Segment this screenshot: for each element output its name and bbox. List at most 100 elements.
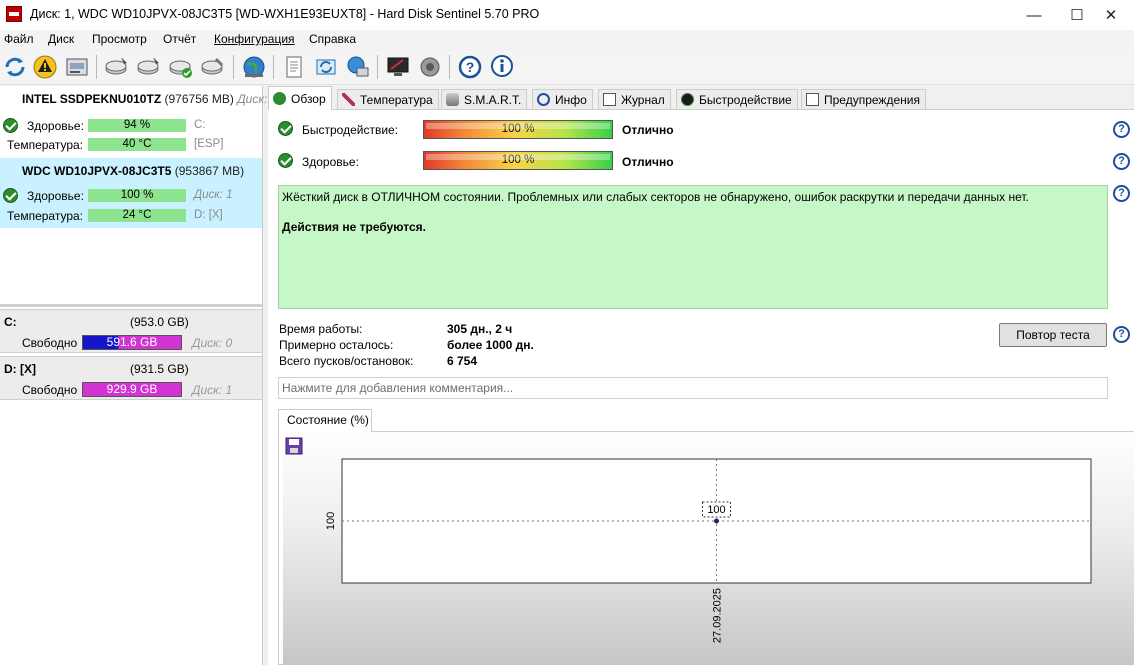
tab-label: Температура [360,92,433,107]
disk-card-wdc[interactable]: WDC WD10JPVX-08JC3T5 (953867 MB) Здоровь… [0,158,262,228]
data-label: 100 [707,504,725,516]
disk-check-icon[interactable] [168,54,194,80]
menu-report[interactable]: Отчёт [163,32,196,46]
volume-card-d[interactable]: D: [X] (931.5 GB) Свободно 929.9 GB Диск… [0,356,262,400]
free-space-bar: 929.9 GB [82,382,182,397]
temperature-label: Температура: [7,209,84,223]
report-icon[interactable] [281,54,307,80]
check-icon [273,92,286,105]
window-title: Диск: 1, WDC WD10JPVX-08JC3T5 [WD-WXH1E9… [30,7,540,21]
menu-help[interactable]: Справка [309,32,356,46]
performance-ok-icon [278,121,293,136]
globe-icon[interactable] [241,54,267,80]
health-rating: Отлично [622,155,674,169]
status-action: Действия не требуются. [282,220,426,234]
x-tick-label: 27.09.2025 [712,588,724,643]
comment-input[interactable] [278,377,1108,399]
help-icon[interactable]: ? [1113,121,1130,138]
chart-tab[interactable]: Состояние (%) [278,409,372,432]
disk-test-icon[interactable] [104,54,130,80]
tab-temperature[interactable]: Температура [337,89,439,109]
tab-overview[interactable]: Обзор [268,86,332,110]
partition-note: D: [X] [194,209,223,221]
tab-info[interactable]: Инфо [532,89,593,109]
minimize-button[interactable]: — [1011,0,1057,30]
monitor-icon[interactable] [385,54,411,80]
health-label: Здоровье: [302,155,359,169]
data-point [714,518,719,524]
help-icon[interactable]: ? [1113,153,1130,170]
y-tick-label: 100 [325,512,337,530]
disk-name: WDC WD10JPVX-08JC3T5 [22,164,172,178]
health-bar: 100 % [88,189,186,202]
tab-bar: Обзор Температура S.M.A.R.T. Инфо Журнал… [268,86,1134,110]
disk-name-line: INTEL SSDPEKNU010TZ (976756 MB) Диск: [22,92,267,106]
performance-bar: 100 % [423,120,613,139]
toolbar-separator [449,55,450,79]
menu-view[interactable]: Просмотр [92,32,147,46]
health-ok-icon [3,118,18,133]
menu-file[interactable]: Файл [4,32,34,46]
alert-icon[interactable] [32,54,58,80]
temperature-bar: 40 °C [88,138,186,151]
free-label: Свободно [22,336,78,350]
volume-disk-note: Диск: 0 [192,336,233,350]
tab-smart[interactable]: S.M.A.R.T. [441,89,528,109]
info-icon [537,93,550,106]
tab-label: Предупреждения [824,92,920,107]
app-icon[interactable] [6,6,22,22]
toolbar-separator [273,55,274,79]
disk-icon[interactable] [64,54,90,80]
close-button[interactable]: ✕ [1088,0,1134,30]
info-icon[interactable] [489,54,515,80]
temperature-bar: 24 °C [88,209,186,222]
help-icon[interactable]: ? [457,54,483,80]
retest-button[interactable]: Повтор теста [999,323,1107,347]
performance-rating: Отлично [622,123,674,137]
menu-disk[interactable]: Диск [48,32,74,46]
send-report-icon[interactable] [313,54,339,80]
volume-card-c[interactable]: C: (953.0 GB) Свободно 591.6 GB Диск: 0 [0,309,262,353]
tab-label: Обзор [291,91,326,106]
toolbar-separator [233,55,234,79]
menu-config[interactable]: Конфигурация [214,32,295,46]
speedometer-icon [681,93,694,106]
alerts-icon [806,93,819,106]
help-icon[interactable]: ? [1113,326,1130,343]
disk-number-label: Диск: [237,92,268,106]
toolbar: ? [0,50,1134,85]
health-ok-icon [3,188,18,203]
disk-repair-icon[interactable] [200,54,226,80]
health-bar: 94 % [88,119,186,132]
menu-bar: Файл Диск Просмотр Отчёт Конфигурация Сп… [0,30,1134,49]
health-bar: 100 % [423,151,613,170]
network-icon[interactable] [345,54,371,80]
disk-number-note: Диск: 1 [194,189,233,201]
toolbar-separator [377,55,378,79]
help-icon[interactable]: ? [1113,185,1130,202]
health-label: Здоровье: [27,189,84,203]
health-ok-icon [278,153,293,168]
disk-name-line: WDC WD10JPVX-08JC3T5 (953867 MB) [22,164,244,178]
volume-disk-note: Диск: 1 [192,383,233,397]
tab-journal[interactable]: Журнал [598,89,671,109]
panel-splitter[interactable] [0,304,262,307]
remaining-label: Примерно осталось: [279,338,394,352]
uptime-label: Время работы: [279,322,363,336]
title-bar: Диск: 1, WDC WD10JPVX-08JC3T5 [WD-WXH1E9… [0,0,1134,30]
tab-alerts[interactable]: Предупреждения [801,89,926,109]
status-chart: 100 27.09.2025 100 [325,458,1092,643]
svg-text:?: ? [466,59,475,75]
start-stop-value: 6 754 [447,354,478,368]
refresh-icon[interactable] [2,54,28,80]
disk-size: (953867 MB) [174,164,245,178]
temperature-label: Температура: [7,138,84,152]
disk-card-intel[interactable]: INTEL SSDPEKNU010TZ (976756 MB) Диск: Зд… [0,86,267,156]
uptime-value: 305 дн., 2 ч [447,322,513,336]
sound-icon[interactable] [417,54,443,80]
performance-label: Быстродействие: [302,123,399,137]
health-label: Здоровье: [27,119,84,133]
disk-surface-icon[interactable] [136,54,162,80]
tab-performance[interactable]: Быстродействие [676,89,798,109]
volume-letter: D: [X] [4,362,36,376]
